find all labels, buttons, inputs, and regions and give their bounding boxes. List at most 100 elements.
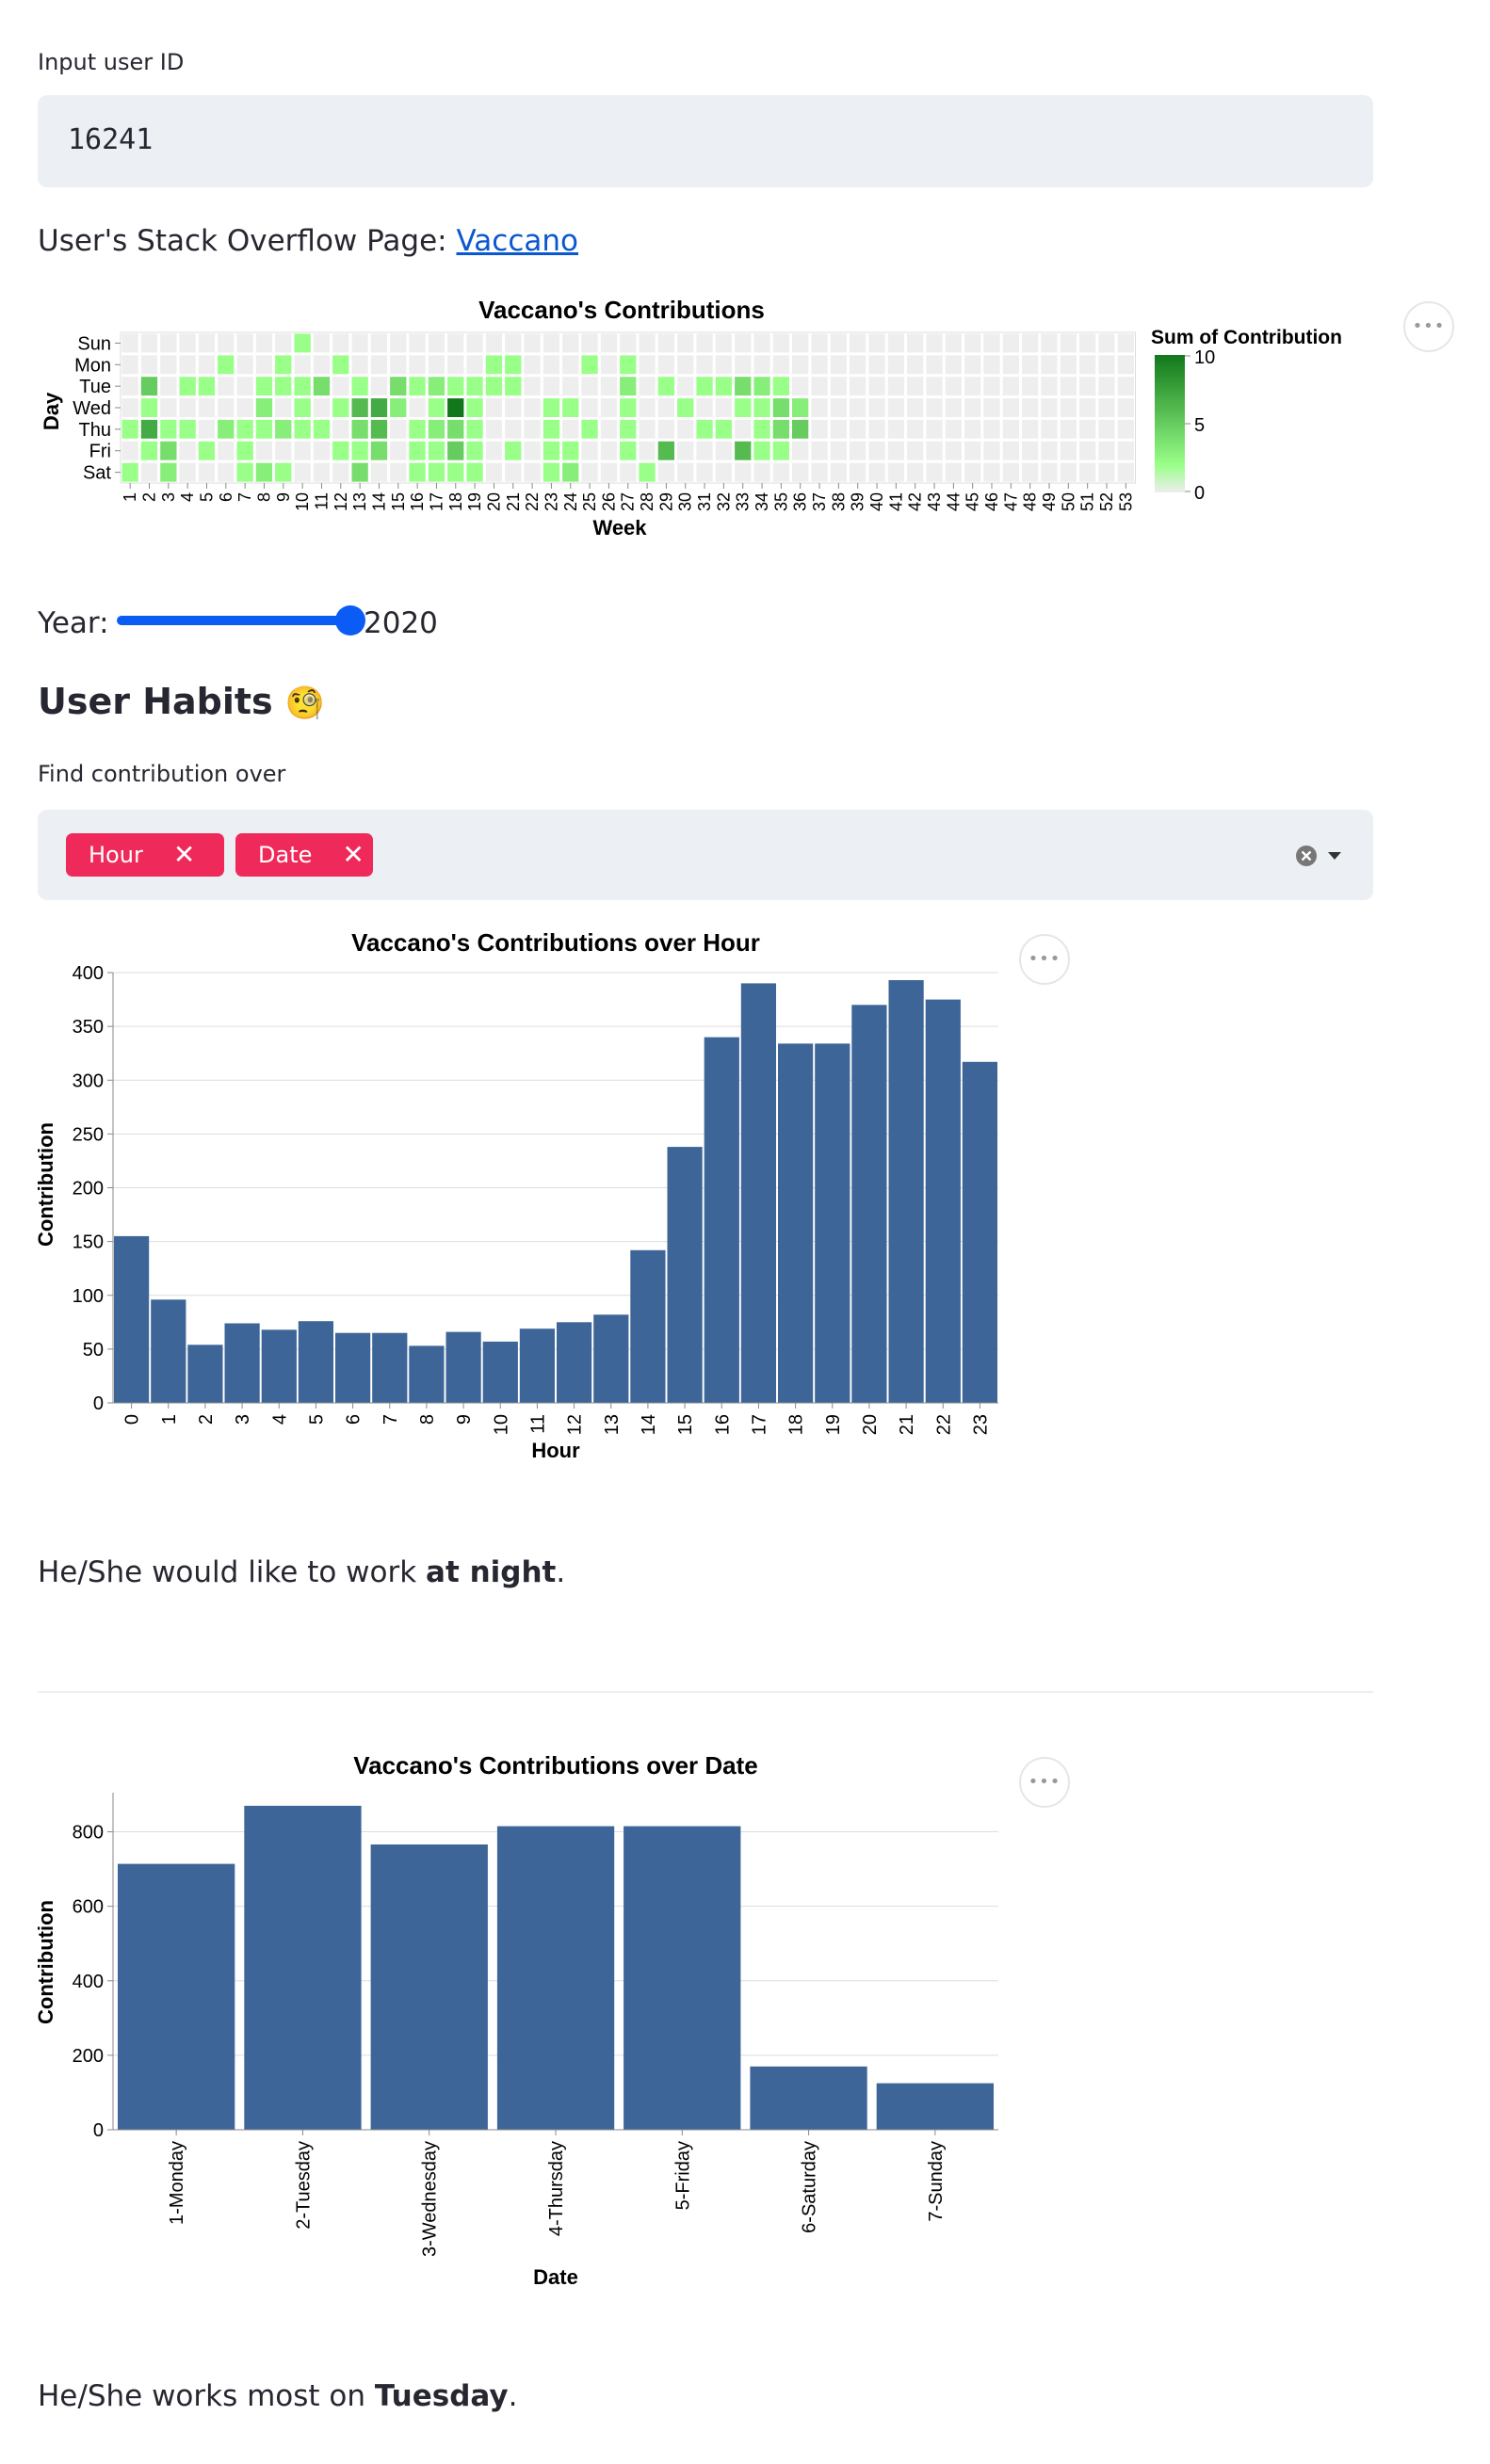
heatmap-cell — [313, 398, 331, 417]
heatmap-cell — [581, 377, 598, 396]
heatmap-cell — [332, 333, 349, 353]
heatmap-cell — [792, 398, 809, 417]
heatmap-cell — [140, 441, 158, 460]
heatmap-cell — [639, 419, 656, 439]
heatmap-cell — [160, 441, 177, 460]
heatmap-cell — [428, 462, 445, 482]
heatmap-week-label: 12 — [332, 492, 350, 511]
heatmap-cell — [830, 462, 847, 482]
heatmap-cell — [313, 377, 331, 396]
heatmap-cell — [620, 441, 637, 460]
y-tick-label: 0 — [93, 1393, 104, 1414]
x-tick-label: 11 — [527, 1414, 548, 1434]
hour-sentence: He/She would like to work at night. — [38, 1555, 565, 1589]
chip-date[interactable]: Date ✕ — [235, 833, 373, 877]
heatmap-y-label: Day — [40, 392, 63, 430]
heatmap-cell — [581, 355, 598, 375]
profile-prefix: User's Stack Overflow Page: — [38, 224, 457, 258]
heatmap-cell — [485, 462, 503, 482]
heatmap-cell — [964, 377, 981, 396]
heatmap-cell — [1098, 333, 1115, 353]
heatmap-cell — [1079, 398, 1096, 417]
heatmap-cell — [945, 333, 962, 353]
heatmap-cell — [390, 355, 407, 375]
heatmap-cell — [275, 419, 292, 439]
x-tick-label: 3 — [233, 1414, 253, 1425]
heatmap-cell — [390, 441, 407, 460]
year-slider-track[interactable] — [117, 616, 350, 625]
hour-chart-menu-button[interactable]: ••• — [1019, 934, 1070, 985]
heatmap-week-label: 17 — [427, 492, 445, 511]
heatmap-cell — [409, 419, 426, 439]
heatmap-cell — [1060, 355, 1077, 375]
habits-select-label: Find contribution over — [38, 761, 286, 787]
bar — [778, 1043, 814, 1403]
heatmap-cell — [850, 398, 866, 417]
heatmap-cell — [657, 333, 674, 353]
x-tick-label: 2-Tuesday — [293, 2141, 314, 2230]
heatmap-week-label: 31 — [695, 492, 714, 511]
heatmap-cell — [1060, 398, 1077, 417]
clear-circle-icon[interactable] — [1294, 844, 1319, 868]
user-id-input[interactable]: 16241 — [38, 95, 1373, 187]
heatmap-cell — [428, 398, 445, 417]
heatmap-cell — [466, 419, 483, 439]
heatmap-cell — [696, 398, 713, 417]
habits-multiselect[interactable]: Hour ✕ Date ✕ — [38, 810, 1373, 900]
caret-down-icon[interactable] — [1326, 849, 1343, 862]
heatmap-cell — [485, 419, 503, 439]
heatmap-cell — [255, 462, 273, 482]
chip-hour[interactable]: Hour ✕ — [66, 833, 224, 877]
heatmap-cell — [140, 462, 158, 482]
heatmap-cell — [907, 398, 924, 417]
heatmap-cell — [926, 462, 943, 482]
close-icon[interactable]: ✕ — [342, 842, 364, 868]
heatmap-title: Vaccano's Contributions — [478, 296, 765, 324]
heatmap-cell — [811, 441, 828, 460]
y-tick-label: 400 — [73, 963, 104, 984]
heatmap-cell — [390, 462, 407, 482]
x-tick-label: 9 — [454, 1414, 475, 1425]
heatmap-week-label: 10 — [293, 492, 312, 511]
heatmap-cell — [562, 355, 579, 375]
heatmap-legend-tick-min: 0 — [1194, 483, 1205, 504]
heatmap-cell — [524, 333, 541, 353]
heatmap-cell — [677, 377, 694, 396]
heatmap-cell — [275, 377, 292, 396]
heatmap-cell — [485, 441, 503, 460]
user-id-label: Input user ID — [38, 49, 185, 75]
close-icon[interactable]: ✕ — [173, 842, 195, 868]
heatmap-cell — [505, 419, 522, 439]
x-tick-label: 12 — [565, 1414, 586, 1435]
year-slider-thumb[interactable] — [335, 605, 365, 636]
date-chart-menu-button[interactable]: ••• — [1019, 1757, 1070, 1808]
bar — [482, 1341, 518, 1403]
heatmap-cell — [772, 419, 789, 439]
x-tick-label: 4 — [269, 1414, 290, 1425]
heatmap-cell — [1117, 398, 1134, 417]
more-horizontal-icon: ••• — [1412, 316, 1446, 336]
heatmap-cell — [620, 462, 637, 482]
heatmap-cell — [485, 377, 503, 396]
heatmap-cell — [1041, 441, 1058, 460]
bar — [261, 1329, 297, 1403]
heatmap-cell — [887, 462, 904, 482]
heatmap-cell — [677, 398, 694, 417]
heatmap-cell — [715, 377, 732, 396]
habits-heading-text: User Habits — [38, 681, 273, 722]
heatmap-cell — [830, 355, 847, 375]
year-value: 2020 — [364, 606, 438, 640]
heatmap-week-label: 33 — [734, 492, 753, 511]
x-tick-label: 8 — [417, 1414, 438, 1425]
heatmap-cell — [1098, 419, 1115, 439]
heatmap-menu-button[interactable]: ••• — [1403, 301, 1454, 352]
heatmap-cell — [715, 333, 732, 353]
heatmap-cell — [1117, 419, 1134, 439]
profile-link[interactable]: Vaccano — [456, 224, 578, 258]
heatmap-cell — [677, 462, 694, 482]
heatmap-cell — [160, 377, 177, 396]
heatmap-cell — [696, 355, 713, 375]
heatmap-legend-tick-max: 10 — [1194, 347, 1215, 368]
heatmap-cell — [811, 377, 828, 396]
x-tick-label: 0 — [122, 1414, 143, 1425]
